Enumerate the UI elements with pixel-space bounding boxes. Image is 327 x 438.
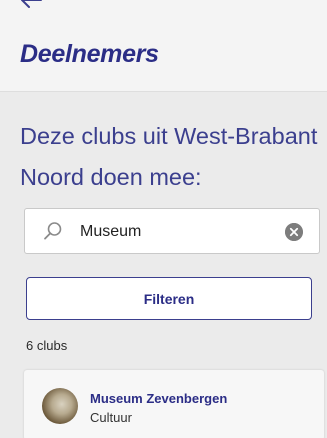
clear-icon[interactable] — [285, 223, 303, 241]
page-title: Deelnemers — [20, 40, 159, 68]
intro-text: Deze clubs uit West-Brabant Noord doen m… — [20, 123, 318, 190]
club-card[interactable]: Museum Zevenbergen Cultuur — [24, 370, 324, 438]
filter-button[interactable]: Filteren — [26, 277, 312, 320]
result-count: 6 clubs — [26, 338, 68, 353]
club-name: Museum Zevenbergen — [90, 391, 228, 406]
club-avatar — [42, 388, 78, 424]
arrow-left-icon[interactable] — [20, 0, 42, 8]
search-input[interactable] — [80, 220, 280, 244]
header: Deelnemers — [0, 0, 327, 92]
search-box[interactable] — [24, 208, 320, 254]
club-category: Cultuur — [90, 410, 132, 425]
search-icon — [44, 222, 62, 240]
